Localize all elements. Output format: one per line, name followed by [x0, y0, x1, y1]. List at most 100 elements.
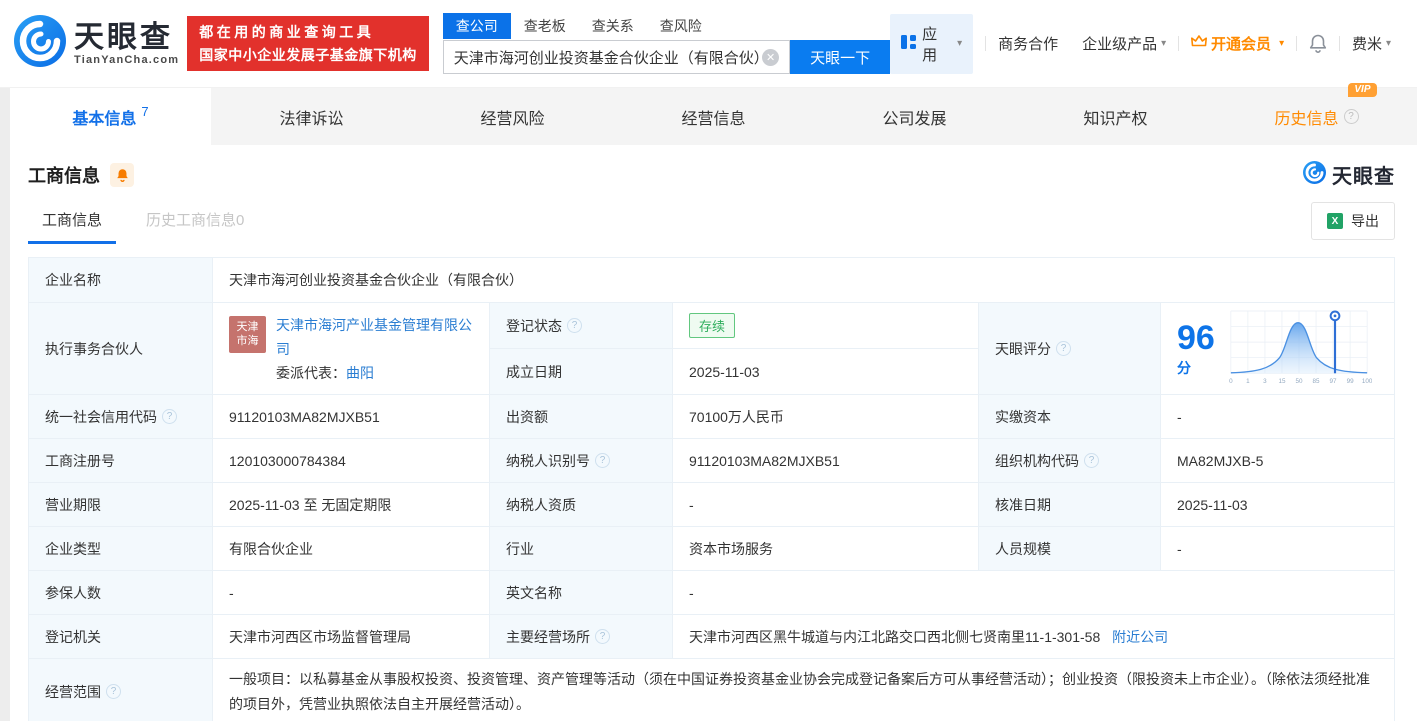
tab-intellectual-property[interactable]: 知识产权 — [1015, 88, 1216, 145]
paid-capital-value: - — [1160, 394, 1395, 439]
tab-company-development[interactable]: 公司发展 — [814, 88, 1015, 145]
search-tab-risk[interactable]: 查风险 — [647, 13, 715, 39]
tianyancha-logo[interactable]: 天眼查 TianYanCha.com — [14, 15, 179, 72]
tianyancha-swirl-icon — [1303, 160, 1326, 189]
svg-text:0: 0 — [1229, 378, 1233, 385]
svg-text:50: 50 — [1295, 378, 1303, 385]
subtab-business-info[interactable]: 工商信息 — [28, 199, 117, 244]
taxpayer-quality-value: - — [672, 482, 979, 527]
logo-brand-text: 天眼查 — [74, 20, 173, 54]
help-icon[interactable] — [1084, 453, 1099, 468]
clear-search-icon[interactable] — [762, 48, 780, 66]
tyc-score-cell: 96分 0 1 3 15 50 85 97 99 100 — [1160, 302, 1395, 395]
field-label: 组织机构代码 — [978, 438, 1161, 483]
chevron-down-icon — [957, 38, 962, 49]
help-icon[interactable] — [1343, 109, 1359, 124]
table-row: 营业期限 2025-11-03 至 无固定期限 纳税人资质 - 核准日期 202… — [28, 482, 1395, 527]
chevron-down-icon — [1161, 38, 1166, 49]
divider — [1339, 36, 1340, 51]
search-button[interactable]: 天眼一下 — [790, 40, 891, 74]
tab-label: 公司发展 — [882, 110, 947, 128]
score-value: 96 — [1177, 319, 1215, 357]
svg-text:3: 3 — [1263, 378, 1267, 385]
help-icon[interactable] — [595, 453, 610, 468]
field-label: 经营范围 — [28, 658, 213, 721]
svg-text:100: 100 — [1362, 378, 1372, 385]
chevron-down-icon — [1386, 38, 1391, 49]
field-label: 天眼评分 — [978, 302, 1161, 395]
staff-size-value: - — [1160, 526, 1395, 571]
tab-basic-info[interactable]: 基本信息 7 — [10, 88, 211, 145]
help-icon[interactable] — [567, 318, 582, 333]
search-tab-relation[interactable]: 查关系 — [579, 13, 647, 39]
field-label: 纳税人资质 — [489, 482, 673, 527]
divider — [1178, 36, 1180, 51]
vip-badge: VIP — [1348, 82, 1377, 97]
apps-menu[interactable]: 应用 — [890, 13, 974, 74]
tab-history-info[interactable]: 历史信息 VIP — [1216, 82, 1417, 145]
nav-cooperation[interactable]: 商务合作 — [998, 33, 1058, 54]
capital-value: 70100万人民币 — [672, 394, 979, 439]
slogan-banner: 都在用的商业查询工具 国家中小企业发展子基金旗下机构 — [187, 16, 429, 71]
partner-company-link[interactable]: 天津市海河产业基金管理有限公司 — [276, 317, 472, 357]
field-label: 企业类型 — [28, 526, 213, 571]
search-tab-boss[interactable]: 查老板 — [511, 13, 579, 39]
field-label: 行业 — [489, 526, 673, 571]
tab-label: 历史信息 — [1274, 110, 1339, 128]
field-label: 参保人数 — [28, 570, 213, 615]
user-menu[interactable]: 费米 — [1352, 33, 1391, 54]
tab-label: 经营信息 — [681, 110, 746, 128]
reg-status-value: 存续 — [672, 302, 979, 349]
table-row: 企业名称 天津市海河创业投资基金合伙企业（有限合伙） — [28, 257, 1395, 303]
rep-name-link[interactable]: 曲阳 — [346, 365, 374, 381]
nav-enterprise-products[interactable]: 企业级产品 — [1082, 33, 1166, 54]
table-row: 参保人数 - 英文名称 - — [28, 570, 1395, 615]
establish-date-value: 2025-11-03 — [672, 348, 979, 395]
reg-authority-value: 天津市河西区市场监督管理局 — [212, 614, 490, 659]
apps-label: 应用 — [922, 25, 938, 64]
field-label: 主要经营场所 — [489, 614, 673, 659]
field-label: 英文名称 — [489, 570, 673, 615]
field-label: 登记机关 — [28, 614, 213, 659]
search-tabs: 查公司 查老板 查关系 查风险 — [442, 13, 890, 39]
field-label: 企业名称 — [28, 257, 213, 303]
english-name-value: - — [672, 570, 1395, 615]
help-icon[interactable] — [1056, 341, 1071, 356]
help-icon[interactable] — [162, 409, 177, 424]
export-button[interactable]: 导出 — [1311, 202, 1395, 240]
table-row: 经营范围 一般项目：以私募基金从事股权投资、投资管理、资产管理等活动（须在中国证… — [28, 658, 1395, 721]
subscribe-bell-icon[interactable] — [110, 162, 134, 187]
credit-code-value: 91120103MA82MJXB51 — [212, 394, 490, 439]
rep-label: 委派代表： — [276, 364, 346, 381]
tab-operating-risk[interactable]: 经营风险 — [412, 88, 613, 145]
partner-logo: 天津 市海 — [229, 315, 266, 353]
field-label: 实缴资本 — [978, 394, 1161, 439]
tab-legal-proceedings[interactable]: 法律诉讼 — [211, 88, 412, 145]
divider — [985, 36, 987, 51]
subtab-history-business-info[interactable]: 历史工商信息0 — [132, 199, 258, 244]
tianyancha-watermark: 天眼查 — [1303, 160, 1395, 189]
field-label: 纳税人识别号 — [489, 438, 673, 483]
notifications-bell-icon[interactable] — [1309, 34, 1327, 53]
enterprise-label: 企业级产品 — [1082, 36, 1158, 53]
taxpayer-id-value: 91120103MA82MJXB51 — [672, 438, 979, 483]
slogan-line2: 国家中小企业发展子基金旗下机构 — [199, 46, 417, 63]
table-row: 执行事务合伙人 天津 市海 天津市海河产业基金管理有限公司 委派代表：曲阳 登记… — [28, 302, 1395, 395]
search-tab-company[interactable]: 查公司 — [442, 13, 511, 39]
logo-domain-text: TianYanCha.com — [74, 53, 180, 66]
tab-count: 7 — [141, 104, 149, 119]
chevron-down-icon — [1279, 38, 1284, 49]
search-input[interactable] — [453, 48, 763, 66]
status-badge: 存续 — [689, 313, 736, 338]
tab-operating-info[interactable]: 经营信息 — [613, 88, 814, 145]
help-icon[interactable] — [106, 684, 121, 699]
company-name-value: 天津市海河创业投资基金合伙企业（有限合伙） — [212, 257, 1395, 303]
managing-partner-cell: 天津 市海 天津市海河产业基金管理有限公司 委派代表：曲阳 — [212, 302, 490, 395]
business-term-value: 2025-11-03 至 无固定期限 — [212, 482, 490, 527]
field-label: 执行事务合伙人 — [28, 302, 213, 395]
nav-open-vip[interactable]: 开通会员 — [1191, 33, 1284, 54]
nearby-companies-link[interactable]: 附近公司 — [1112, 629, 1168, 645]
field-label: 登记状态 — [489, 302, 673, 349]
help-icon[interactable] — [595, 629, 610, 644]
tianyancha-swirl-icon — [14, 15, 66, 72]
